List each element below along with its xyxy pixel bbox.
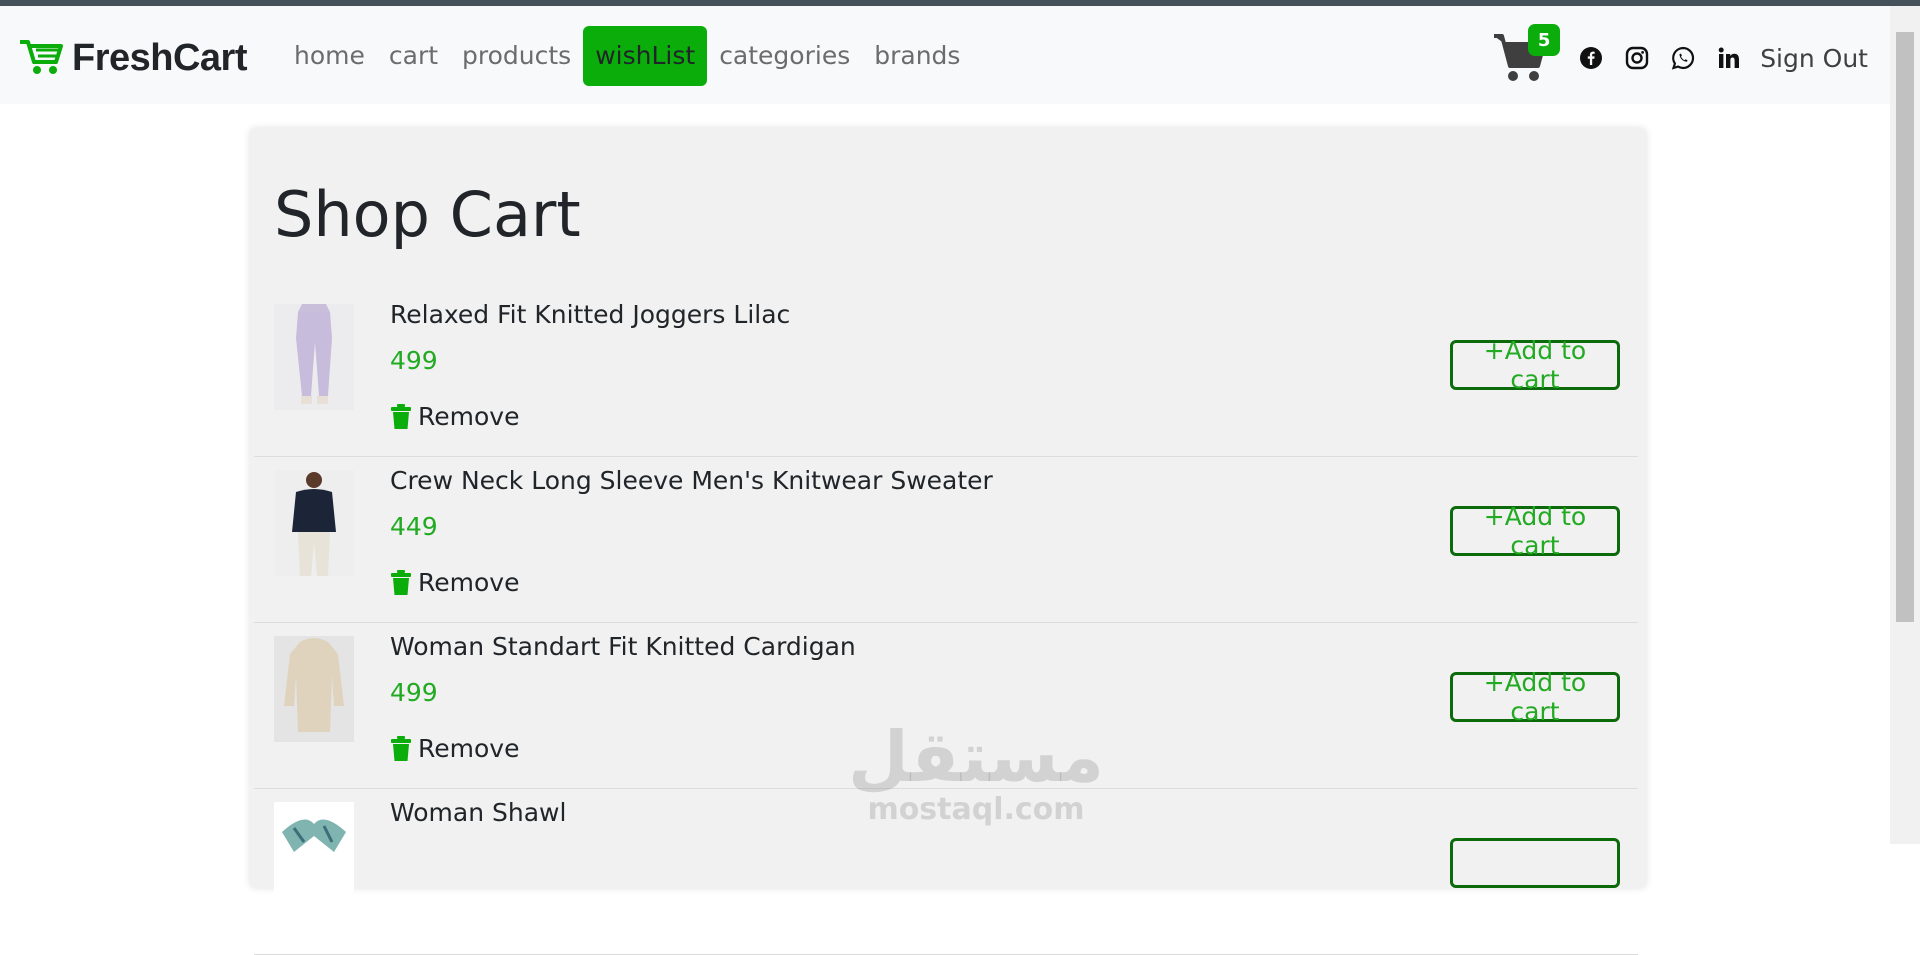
nav-link-wishlist[interactable]: wishList [583,26,708,86]
product-title: Relaxed Fit Knitted Joggers Lilac [390,300,791,329]
nav-link-cart[interactable]: cart [377,26,450,86]
cart-item: Relaxed Fit Knitted Joggers Lilac 499 Re… [254,290,1638,457]
cart-count-badge: 5 [1528,24,1561,56]
page-title: Shop Cart [274,178,581,251]
product-title: Woman Shawl [390,798,567,827]
remove-button[interactable]: Remove [390,402,519,431]
add-to-cart-button[interactable]: +Add to cart [1450,502,1620,560]
watermark: مستقل mostaql.com [848,722,1104,827]
cart-item: Crew Neck Long Sleeve Men's Knitwear Swe… [254,456,1638,623]
product-image [274,802,354,908]
product-image [274,304,354,410]
linkedin-icon[interactable] [1716,45,1742,71]
trash-icon [391,569,411,595]
signout-link[interactable]: Sign Out [1760,44,1868,73]
facebook-icon[interactable] [1578,45,1604,71]
brand-name: FreshCart [72,36,248,79]
cart-button[interactable]: 5 [1492,24,1561,88]
product-image [274,470,354,576]
nav-right: 5 Sign Out [1492,24,1868,88]
nav-link-categories[interactable]: categories [707,26,862,86]
trash-icon [391,735,411,761]
vertical-scrollbar[interactable] [1890,6,1920,844]
add-to-cart-button[interactable]: +Add to cart [1450,336,1620,394]
add-to-cart-button[interactable] [1450,838,1620,888]
remove-label: Remove [418,734,520,763]
brand[interactable]: FreshCart [18,36,248,80]
remove-label: Remove [418,402,520,431]
cart-icon [1492,34,1548,88]
product-title: Crew Neck Long Sleeve Men's Knitwear Swe… [390,466,993,495]
product-price: 499 [390,346,438,375]
remove-button[interactable]: Remove [390,734,519,763]
nav-link-products[interactable]: products [450,26,583,86]
product-price: 499 [390,678,438,707]
product-image [274,636,354,742]
scrollbar-thumb[interactable] [1896,32,1914,622]
nav-link-home[interactable]: home [282,26,377,86]
trash-icon [391,403,411,429]
nav-link-brands[interactable]: brands [862,26,972,86]
instagram-icon[interactable] [1624,45,1650,71]
product-price: 449 [390,512,438,541]
whatsapp-icon[interactable] [1670,45,1696,71]
add-to-cart-button[interactable]: +Add to cart [1450,668,1620,726]
cart-logo-icon [18,36,64,80]
watermark-latin: mostaql.com [867,792,1085,827]
nav-links: home cart products wishList categories b… [282,26,972,86]
navbar: FreshCart home cart products wishList ca… [0,6,1890,104]
remove-button[interactable]: Remove [390,568,519,597]
remove-label: Remove [418,568,520,597]
product-title: Woman Standart Fit Knitted Cardigan [390,632,856,661]
watermark-arabic: مستقل [848,716,1105,798]
